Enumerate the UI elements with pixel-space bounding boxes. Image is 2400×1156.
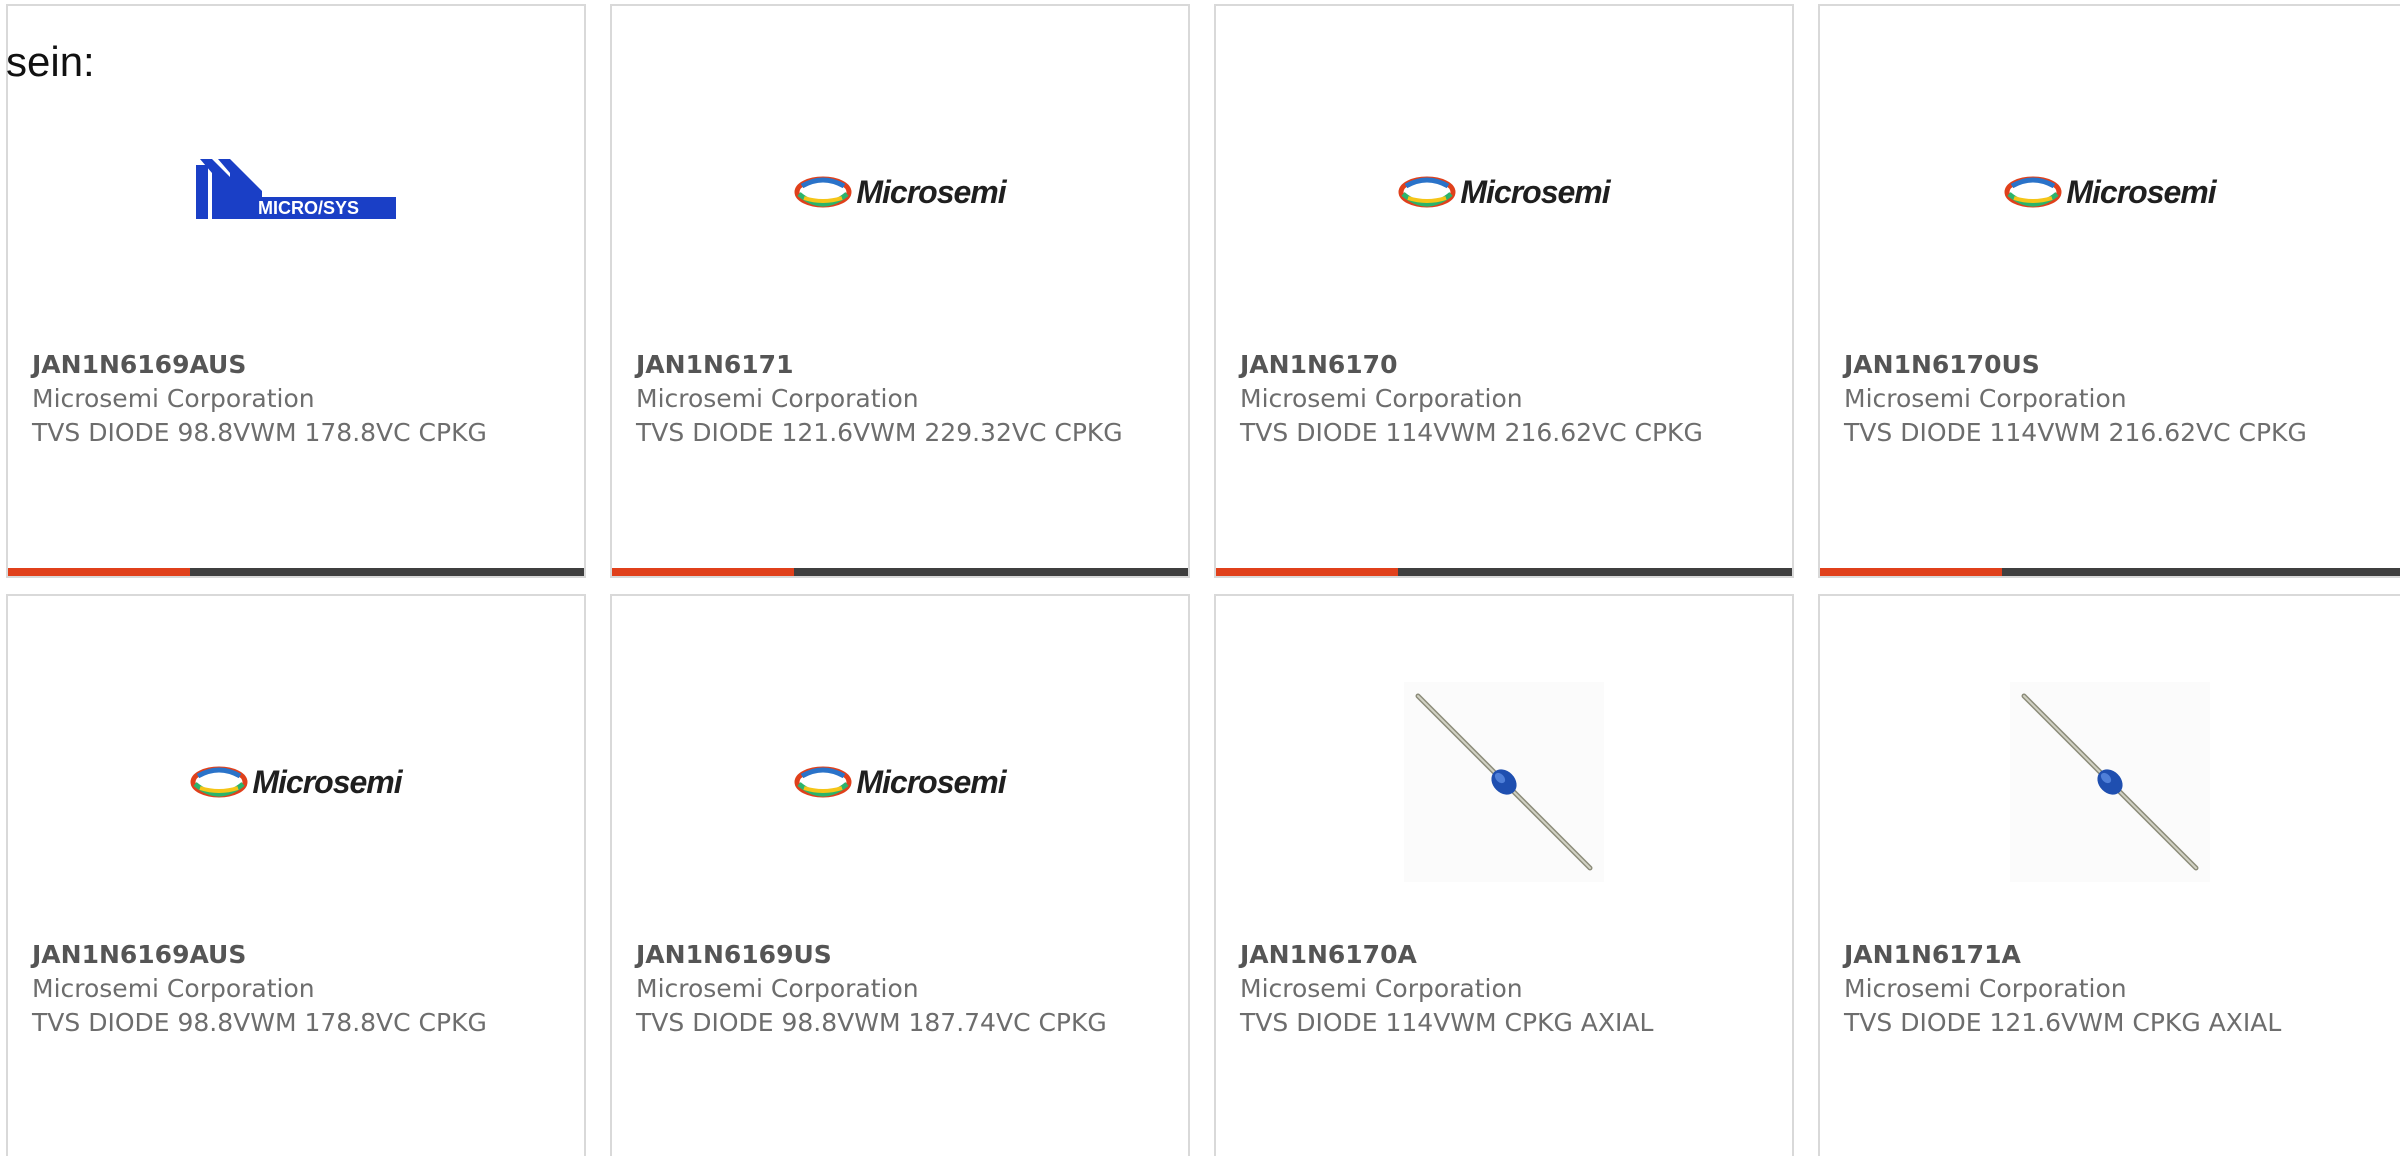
- manufacturer: Microsemi Corporation: [1240, 384, 1523, 413]
- product-card[interactable]: JAN1N6170A Microsemi Corporation TVS DIO…: [1214, 594, 1794, 1156]
- part-number-link[interactable]: JAN1N6171: [636, 348, 1164, 382]
- card-accent: [1216, 568, 1398, 576]
- product-card[interactable]: Microsemi JAN1N6170 Microsemi Corporatio…: [1214, 4, 1794, 578]
- microsemi-logo-text: Microsemi: [252, 763, 402, 800]
- card-accent: [1820, 568, 2002, 576]
- manufacturer: Microsemi Corporation: [1844, 384, 2127, 413]
- description: TVS DIODE 98.8VWM 178.8VC CPKG: [32, 1008, 487, 1037]
- product-image[interactable]: Microsemi: [612, 662, 1188, 902]
- card-accent: [8, 568, 190, 576]
- product-info: JAN1N6170A Microsemi Corporation TVS DIO…: [1240, 938, 1768, 1040]
- product-image[interactable]: [1216, 662, 1792, 902]
- axial-diode-photo: [2010, 682, 2210, 882]
- microsemi-logo-mark: [190, 766, 248, 798]
- card-bottom-bar: [1820, 568, 2400, 576]
- intro-text: sein:: [6, 38, 95, 85]
- microsemi-logo-mark: [1398, 176, 1456, 208]
- product-info: JAN1N6169AUS Microsemi Corporation TVS D…: [32, 938, 560, 1040]
- product-info: JAN1N6171A Microsemi Corporation TVS DIO…: [1844, 938, 2376, 1040]
- manufacturer: Microsemi Corporation: [32, 384, 315, 413]
- microsemi-logo-mark: [2004, 176, 2062, 208]
- manufacturer: Microsemi Corporation: [636, 384, 919, 413]
- part-number-link[interactable]: JAN1N6169US: [636, 938, 1164, 972]
- part-number-link[interactable]: JAN1N6169AUS: [32, 348, 560, 382]
- product-grid-page: sein: MICRO/SYS JAN1N6169AUS Microsemi C…: [0, 0, 2400, 1156]
- card-bottom-bar: [612, 568, 1188, 576]
- description: TVS DIODE 114VWM 216.62VC CPKG: [1240, 418, 1703, 447]
- manufacturer: Microsemi Corporation: [1240, 974, 1523, 1003]
- product-info: JAN1N6170US Microsemi Corporation TVS DI…: [1844, 348, 2376, 450]
- card-bottom-bar: [1216, 568, 1792, 576]
- card-bottom-bar: [8, 568, 584, 576]
- microsemi-logo: Microsemi: [794, 763, 1007, 801]
- product-image[interactable]: Microsemi: [612, 72, 1188, 312]
- product-info: JAN1N6169AUS Microsemi Corporation TVS D…: [32, 348, 560, 450]
- microsemi-logo-text: Microsemi: [856, 763, 1006, 800]
- product-card[interactable]: JAN1N6171A Microsemi Corporation TVS DIO…: [1818, 594, 2400, 1156]
- description: TVS DIODE 121.6VWM 229.32VC CPKG: [636, 418, 1123, 447]
- product-info: JAN1N6170 Microsemi Corporation TVS DIOD…: [1240, 348, 1768, 450]
- product-info: JAN1N6171 Microsemi Corporation TVS DIOD…: [636, 348, 1164, 450]
- product-card[interactable]: Microsemi JAN1N6171 Microsemi Corporatio…: [610, 4, 1190, 578]
- part-number-link[interactable]: JAN1N6171A: [1844, 938, 2376, 972]
- microsemi-logo-mark: [794, 766, 852, 798]
- product-image[interactable]: Microsemi: [1216, 72, 1792, 312]
- microsemi-logo: Microsemi: [190, 763, 403, 801]
- microsemi-logo-text: Microsemi: [856, 173, 1006, 210]
- manufacturer: Microsemi Corporation: [636, 974, 919, 1003]
- product-image[interactable]: MICRO/SYS: [8, 72, 584, 312]
- description: TVS DIODE 114VWM 216.62VC CPKG: [1844, 418, 2307, 447]
- manufacturer: Microsemi Corporation: [1844, 974, 2127, 1003]
- part-number-link[interactable]: JAN1N6170: [1240, 348, 1768, 382]
- microsemi-logo-text: Microsemi: [2066, 173, 2216, 210]
- part-number-link[interactable]: JAN1N6170A: [1240, 938, 1768, 972]
- manufacturer: Microsemi Corporation: [32, 974, 315, 1003]
- product-card[interactable]: MICRO/SYS JAN1N6169AUS Microsemi Corpora…: [6, 4, 586, 578]
- description: TVS DIODE 114VWM CPKG AXIAL: [1240, 1008, 1654, 1037]
- axial-diode-photo: [1404, 682, 1604, 882]
- microsemi-logo-mark: [794, 176, 852, 208]
- description: TVS DIODE 98.8VWM 178.8VC CPKG: [32, 418, 487, 447]
- product-image[interactable]: [1820, 662, 2400, 902]
- microsys-logo: MICRO/SYS: [196, 159, 396, 225]
- product-card[interactable]: Microsemi JAN1N6169AUS Microsemi Corpora…: [6, 594, 586, 1156]
- product-card[interactable]: Microsemi JAN1N6169US Microsemi Corporat…: [610, 594, 1190, 1156]
- part-number-link[interactable]: JAN1N6170US: [1844, 348, 2376, 382]
- product-card[interactable]: Microsemi JAN1N6170US Microsemi Corporat…: [1818, 4, 2400, 578]
- microsemi-logo-text: Microsemi: [1460, 173, 1610, 210]
- product-image[interactable]: Microsemi: [1820, 72, 2400, 312]
- microsemi-logo: Microsemi: [1398, 173, 1611, 211]
- part-number-link[interactable]: JAN1N6169AUS: [32, 938, 560, 972]
- card-accent: [612, 568, 794, 576]
- description: TVS DIODE 121.6VWM CPKG AXIAL: [1844, 1008, 2282, 1037]
- product-info: JAN1N6169US Microsemi Corporation TVS DI…: [636, 938, 1164, 1040]
- product-image[interactable]: Microsemi: [8, 662, 584, 902]
- microsemi-logo: Microsemi: [2004, 173, 2217, 211]
- description: TVS DIODE 98.8VWM 187.74VC CPKG: [636, 1008, 1107, 1037]
- microsemi-logo: Microsemi: [794, 173, 1007, 211]
- microsys-logo-text: MICRO/SYS: [258, 198, 359, 218]
